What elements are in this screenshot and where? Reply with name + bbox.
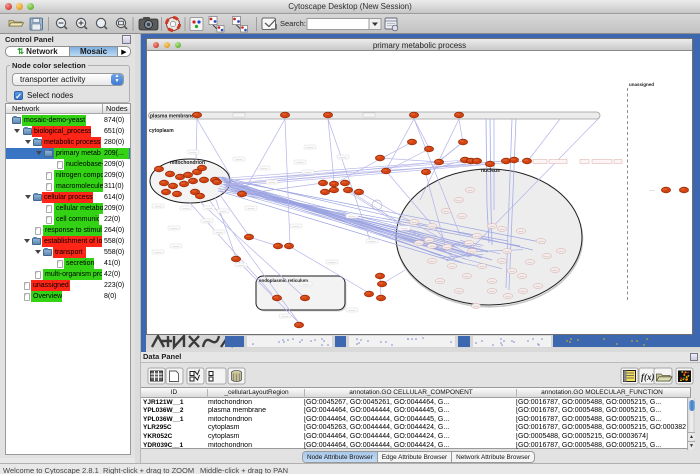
svg-text:~~~: ~~~ — [417, 241, 422, 245]
svg-text:~~~~: ~~~~ — [237, 263, 244, 267]
svg-text:~~~: ~~~ — [505, 249, 510, 253]
svg-text:~~~~: ~~~~ — [154, 250, 161, 254]
svg-text:~~~: ~~~ — [510, 269, 515, 273]
svg-text:~~~~: ~~~~ — [235, 157, 242, 161]
svg-text:nucleus: nucleus — [481, 168, 500, 174]
svg-text:~~~~: ~~~~ — [189, 150, 196, 154]
svg-text:~~~: ~~~ — [445, 245, 450, 249]
svg-text:cytoplasm: cytoplasm — [149, 128, 174, 134]
svg-text:~~~: ~~~ — [519, 229, 524, 233]
svg-text:~~~: ~~~ — [521, 289, 526, 293]
svg-text:~~~~: ~~~~ — [328, 260, 335, 264]
svg-text:~~~: ~~~ — [427, 238, 432, 242]
svg-text:~~~~: ~~~~ — [268, 180, 275, 184]
svg-text:unassigned: unassigned — [629, 82, 654, 87]
svg-text:~~~: ~~~ — [490, 289, 495, 293]
svg-text:~~~: ~~~ — [559, 249, 564, 253]
svg-text:~~~~: ~~~~ — [205, 206, 212, 210]
svg-text:~~~~: ~~~~ — [302, 282, 309, 286]
svg-text:~~~~: ~~~~ — [339, 155, 346, 159]
svg-text:~~~: ~~~ — [475, 234, 480, 238]
svg-text:~~~: ~~~ — [450, 264, 455, 268]
svg-text:~~~~: ~~~~ — [260, 166, 267, 170]
svg-text:~~~~: ~~~~ — [304, 170, 311, 174]
svg-text:~~~: ~~~ — [412, 220, 417, 224]
svg-text:~~~~: ~~~~ — [348, 214, 355, 218]
svg-text:~~~~: ~~~~ — [292, 224, 299, 228]
svg-text:~~~: ~~~ — [467, 241, 472, 245]
svg-text:~~~~: ~~~~ — [306, 145, 313, 149]
svg-text:~~~: ~~~ — [430, 244, 435, 248]
svg-text:~~~: ~~~ — [490, 279, 495, 283]
svg-text:~~~: ~~~ — [500, 227, 505, 231]
svg-text:~~~~: ~~~~ — [182, 206, 189, 210]
svg-text:~~~~: ~~~~ — [154, 204, 161, 208]
svg-text:~~~: ~~~ — [480, 264, 485, 268]
svg-text:~~~: ~~~ — [474, 304, 479, 308]
svg-text:~~~: ~~~ — [430, 259, 435, 263]
svg-text:~~~: ~~~ — [468, 188, 473, 192]
svg-text:~~~~: ~~~~ — [203, 219, 210, 223]
svg-text:~~~~: ~~~~ — [172, 244, 179, 248]
svg-text:~~~: ~~~ — [490, 224, 495, 228]
svg-text:~~~~: ~~~~ — [281, 314, 288, 318]
svg-text:~~~: ~~~ — [536, 284, 541, 288]
svg-text:~~~: ~~~ — [545, 254, 550, 258]
svg-text:~~~: ~~~ — [553, 268, 558, 272]
svg-text:~~~~: ~~~~ — [170, 226, 177, 230]
svg-text:~~~~: ~~~~ — [296, 160, 303, 164]
svg-text:~~~: ~~~ — [470, 249, 475, 253]
svg-text:~~~~: ~~~~ — [215, 230, 222, 234]
svg-text:~~~: ~~~ — [506, 294, 511, 298]
svg-text:~~~: ~~~ — [539, 239, 544, 243]
svg-text:~~~~: ~~~~ — [368, 239, 375, 243]
svg-text:f(x): f(x) — [641, 372, 655, 382]
svg-text:~~~: ~~~ — [444, 209, 449, 213]
svg-text:~~~: ~~~ — [460, 214, 465, 218]
svg-text:~~~: ~~~ — [520, 274, 525, 278]
svg-text:plasma membrane: plasma membrane — [150, 114, 194, 120]
svg-text:~~~: ~~~ — [457, 198, 462, 202]
svg-text:~~~~: ~~~~ — [348, 308, 355, 312]
svg-text:~~~: ~~~ — [465, 274, 470, 278]
svg-text:~~~: ~~~ — [457, 289, 462, 293]
svg-text:~~~~: ~~~~ — [219, 209, 226, 213]
svg-text:~~~~: ~~~~ — [247, 206, 254, 210]
svg-text:~~~: ~~~ — [528, 260, 533, 264]
svg-text:~~~: ~~~ — [438, 279, 443, 283]
svg-text:~~~: ~~~ — [649, 189, 655, 193]
svg-text:~~~: ~~~ — [500, 259, 505, 263]
svg-text:~~~~: ~~~~ — [400, 226, 407, 230]
svg-text:Search:: Search: — [280, 19, 306, 28]
svg-text:~~~: ~~~ — [430, 224, 435, 228]
